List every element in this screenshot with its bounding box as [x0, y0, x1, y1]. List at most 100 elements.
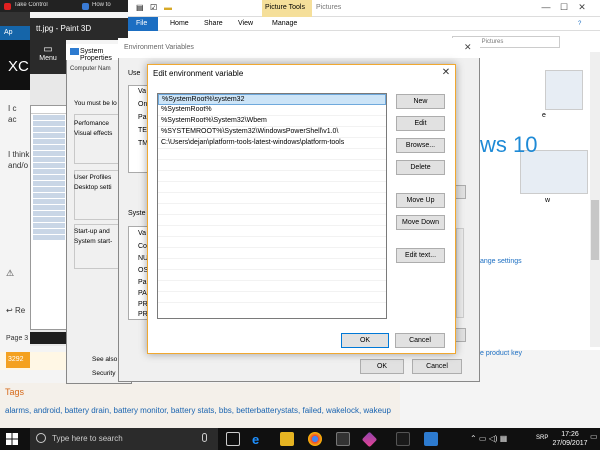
reply-button[interactable]: ↩ Re: [6, 306, 25, 315]
empty-row[interactable]: [158, 226, 386, 237]
list-item[interactable]: %SystemRoot%\system32: [158, 94, 386, 105]
system-tray-icons[interactable]: ⌃ ▭ ◁) ▦: [470, 434, 507, 443]
tab-computer-name[interactable]: Computer Nam: [70, 66, 111, 72]
tab-file[interactable]: File: [128, 17, 158, 31]
empty-row[interactable]: [158, 182, 386, 193]
edit-dialog-title[interactable]: Edit environment variable: [148, 65, 455, 83]
list-item: [33, 145, 65, 150]
help-icon[interactable]: ?: [578, 21, 581, 27]
clock[interactable]: 17:26 27/09/2017: [552, 430, 588, 448]
article-text: I think: [8, 150, 30, 159]
command-prompt-icon[interactable]: [336, 432, 350, 446]
microphone-icon[interactable]: [202, 433, 207, 442]
empty-row[interactable]: [158, 171, 386, 182]
picture-tools-tab[interactable]: Picture Tools: [262, 0, 312, 17]
env-cancel-button[interactable]: Cancel: [412, 359, 462, 374]
scrollbar-thumb[interactable]: [591, 200, 599, 260]
change-settings-link[interactable]: ange settings: [480, 258, 522, 265]
list-item[interactable]: %SystemRoot%\System32\Wbem: [158, 116, 386, 127]
tab-share[interactable]: Share: [204, 20, 223, 27]
close-icon[interactable]: ✕: [464, 42, 472, 53]
task-view-icon[interactable]: [226, 432, 240, 446]
list-item[interactable]: C:\Users\dejan\platform-tools-latest-win…: [158, 138, 386, 149]
list-item: [33, 115, 65, 120]
new-button[interactable]: New: [396, 94, 445, 109]
table-cell: Va: [138, 88, 147, 95]
tab-manage[interactable]: Manage: [272, 20, 297, 27]
close-button[interactable]: ✕: [574, 0, 590, 15]
start-button[interactable]: [4, 431, 20, 447]
empty-row[interactable]: [158, 149, 386, 160]
settings-app-icon[interactable]: [424, 432, 438, 446]
browse-button[interactable]: Browse...: [396, 138, 445, 153]
scrollbar[interactable]: [456, 228, 464, 318]
taskbar-search-box[interactable]: Type here to search: [30, 428, 218, 450]
product-key-link[interactable]: e product key: [480, 350, 522, 357]
move-down-button[interactable]: Move Down: [396, 215, 445, 230]
delete-button[interactable]: Delete: [396, 160, 445, 175]
user-variables-label: Use: [128, 70, 141, 77]
close-icon[interactable]: ✕: [437, 65, 455, 81]
notifications-icon[interactable]: ▭: [590, 432, 598, 446]
language-indicator[interactable]: SRP: [536, 435, 548, 441]
edit-button[interactable]: Edit: [396, 116, 445, 131]
empty-row[interactable]: [158, 160, 386, 171]
sys-text: User Profiles: [74, 174, 112, 181]
minimize-button[interactable]: —: [538, 0, 554, 15]
edit-text-button[interactable]: Edit text...: [396, 248, 445, 263]
security-link[interactable]: Security: [92, 370, 115, 377]
tags-list[interactable]: alarms, android, battery drain, battery …: [5, 406, 400, 416]
ok-button[interactable]: OK: [341, 333, 389, 348]
env-titlebar[interactable]: Environment Variables: [118, 38, 480, 58]
empty-row[interactable]: [158, 193, 386, 204]
see-also-label: See also: [92, 356, 118, 363]
app-icon[interactable]: [396, 432, 410, 446]
sys-text: Start-up and: [74, 228, 110, 235]
empty-row[interactable]: [158, 215, 386, 226]
empty-row[interactable]: [158, 204, 386, 215]
list-item: [33, 163, 65, 168]
empty-row[interactable]: [158, 270, 386, 281]
empty-row[interactable]: [158, 237, 386, 248]
list-item: [33, 199, 65, 204]
paint-titlebar[interactable]: tt.jpg - Paint 3D: [30, 18, 128, 40]
empty-row[interactable]: [158, 259, 386, 270]
list-item: [33, 229, 65, 234]
list-item: [33, 133, 65, 138]
chrome-icon[interactable]: [308, 432, 322, 446]
list-item[interactable]: %SYSTEMROOT%\System32\WindowsPowerShell\…: [158, 127, 386, 138]
browser-dark-banner: XC: [0, 40, 30, 90]
folder-icon[interactable]: ▬: [164, 3, 172, 12]
tab-home[interactable]: Home: [170, 20, 189, 27]
env-ok-button[interactable]: OK: [360, 359, 404, 374]
time: 17:26: [561, 431, 579, 438]
table-cell: Co: [138, 243, 147, 250]
browser-tab[interactable]: Take Control: [2, 2, 74, 12]
list-item: [33, 127, 65, 132]
browser-blue-bar: Ap: [0, 26, 30, 40]
warning-icon: ⚠: [6, 268, 15, 278]
empty-row[interactable]: [158, 248, 386, 259]
date: 27/09/2017: [552, 440, 588, 447]
sys-text: You must be lo: [74, 100, 117, 107]
tab-view[interactable]: View: [238, 20, 253, 27]
windows-logo-icon: [6, 433, 18, 445]
maximize-button[interactable]: ☐: [556, 0, 572, 15]
cancel-button[interactable]: Cancel: [395, 333, 445, 348]
explorer-titlebar[interactable]: [128, 0, 600, 17]
empty-row[interactable]: [158, 281, 386, 292]
list-item: [33, 223, 65, 228]
empty-row[interactable]: [158, 292, 386, 303]
move-up-button[interactable]: Move Up: [396, 193, 445, 208]
windows10-logo-text: ws 10: [480, 132, 538, 157]
edge-icon[interactable]: e: [252, 432, 266, 447]
system-variables-label: Syste: [128, 210, 146, 217]
paint-menu-button[interactable]: ▭ Menu: [30, 40, 66, 74]
list-item: [33, 151, 65, 156]
file-explorer-icon[interactable]: [280, 432, 294, 446]
checkbox-icon[interactable]: ☑: [150, 3, 157, 12]
path-entries-list[interactable]: %SystemRoot%\system32 %SystemRoot% %Syst…: [157, 93, 387, 319]
list-item[interactable]: %SystemRoot%: [158, 105, 386, 116]
save-icon[interactable]: ▤: [136, 3, 144, 12]
image-thumbnail[interactable]: [545, 70, 583, 110]
